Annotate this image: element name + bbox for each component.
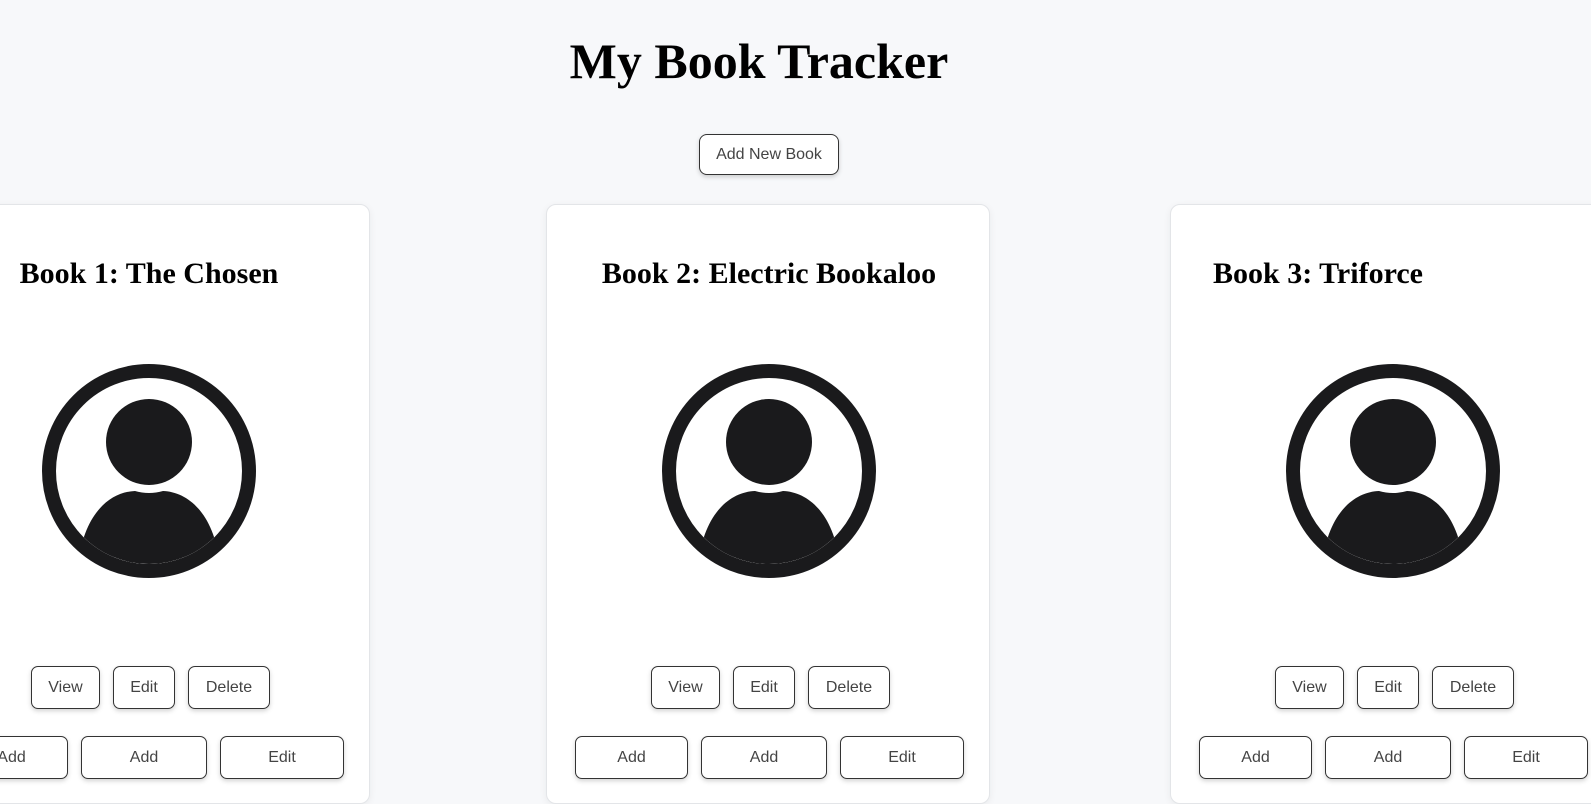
book-card: Book 3: Triforce View Edit Delete Add Ad…: [1170, 204, 1591, 804]
add-button[interactable]: Add: [575, 736, 688, 779]
edit-button[interactable]: Edit: [220, 736, 344, 779]
delete-button[interactable]: Delete: [1432, 666, 1514, 709]
user-avatar-icon: [662, 364, 876, 578]
add-new-book-button[interactable]: Add New Book: [699, 134, 839, 175]
view-button[interactable]: View: [31, 666, 100, 709]
edit-button[interactable]: Edit: [733, 666, 795, 709]
delete-button[interactable]: Delete: [188, 666, 270, 709]
edit-button[interactable]: Edit: [1464, 736, 1588, 779]
view-button[interactable]: View: [1275, 666, 1344, 709]
page-title: My Book Tracker: [569, 33, 949, 89]
user-avatar-icon: [42, 364, 256, 578]
edit-button[interactable]: Edit: [840, 736, 964, 779]
add-button[interactable]: Add: [1325, 736, 1451, 779]
book-title: Book 1: The Chosen: [19, 257, 279, 290]
book-title: Book 3: Triforce: [1213, 257, 1423, 290]
add-button[interactable]: Add: [1199, 736, 1312, 779]
book-card: Book 2: Electric Bookaloo View Edit Dele…: [546, 204, 990, 804]
add-button[interactable]: Add: [701, 736, 827, 779]
add-button[interactable]: Add: [0, 736, 68, 779]
book-title: Book 2: Electric Bookaloo: [601, 257, 937, 290]
add-button[interactable]: Add: [81, 736, 207, 779]
edit-button[interactable]: Edit: [113, 666, 175, 709]
book-card: Book 1: The Chosen View Edit Delete Add …: [0, 204, 370, 804]
view-button[interactable]: View: [651, 666, 720, 709]
user-avatar-icon: [1286, 364, 1500, 578]
edit-button[interactable]: Edit: [1357, 666, 1419, 709]
delete-button[interactable]: Delete: [808, 666, 890, 709]
